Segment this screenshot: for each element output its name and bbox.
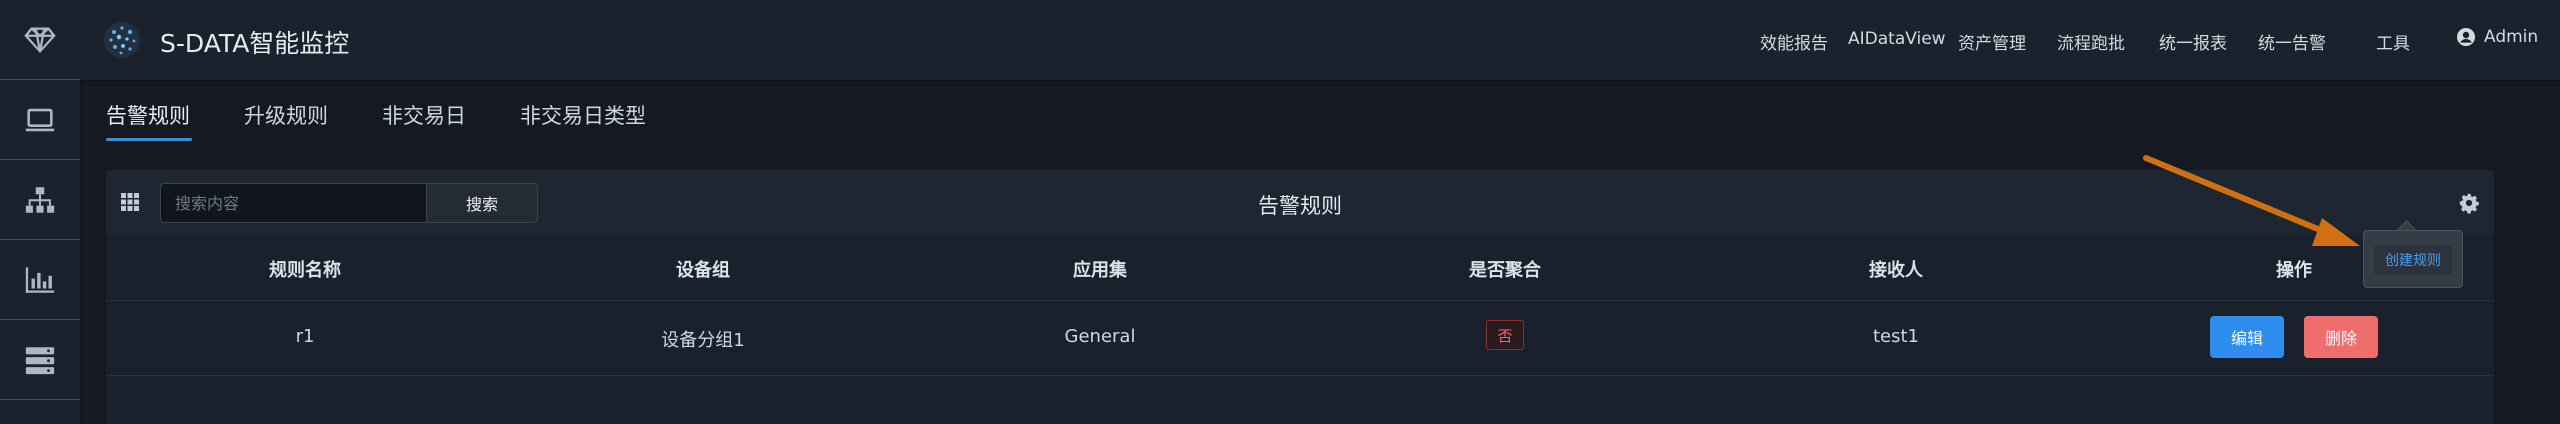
rail-item-servers[interactable] bbox=[0, 320, 80, 400]
rail-item-reports[interactable] bbox=[0, 240, 80, 320]
tab-escalation-rules[interactable]: 升级规则 bbox=[244, 100, 328, 130]
nav-item-unified-alarm[interactable]: 统一告警 bbox=[2258, 29, 2326, 54]
cell-receiver: test1 bbox=[1872, 326, 1920, 347]
tab-non-trading-day-types[interactable]: 非交易日类型 bbox=[520, 100, 646, 130]
tab-alarm-rules[interactable]: 告警规则 bbox=[106, 100, 190, 130]
column-header-receiver: 接收人 bbox=[1869, 260, 1923, 281]
table-row: r1 设备分组1 General 否 test1 编辑 删除 bbox=[106, 300, 2494, 376]
nav-item-asset-management[interactable]: 资产管理 bbox=[1958, 29, 2026, 54]
alarm-rules-panel: 搜索 告警规则 规则名称 设备组 应用集 是否聚合 接收人 操作 r1 设备分组… bbox=[106, 170, 2494, 424]
gear-icon[interactable] bbox=[2458, 192, 2480, 214]
top-navbar: S-DATA智能监控 效能报告 AIDataView 资产管理 流程跑批 统一报… bbox=[80, 0, 2560, 81]
user-menu[interactable]: Admin bbox=[2456, 27, 2538, 47]
laptop-icon bbox=[25, 108, 55, 131]
table-header-row: 规则名称 设备组 应用集 是否聚合 接收人 操作 bbox=[106, 234, 2494, 301]
diamond-icon bbox=[24, 27, 56, 53]
column-header-actions: 操作 bbox=[2276, 260, 2312, 281]
nav-item-aidataview[interactable]: AIDataView bbox=[1848, 29, 1946, 49]
aggregate-status-badge: 否 bbox=[1486, 320, 1524, 350]
panel-title: 告警规则 bbox=[1258, 194, 1342, 218]
user-circle-icon bbox=[2457, 28, 2475, 46]
delete-button[interactable]: 删除 bbox=[2304, 316, 2378, 358]
active-tab-indicator bbox=[106, 138, 192, 141]
sitemap-icon bbox=[25, 186, 55, 213]
user-name: Admin bbox=[2484, 27, 2539, 47]
nav-item-unified-report[interactable]: 统一报表 bbox=[2159, 29, 2227, 54]
rail-item-devices[interactable] bbox=[0, 80, 80, 160]
cell-app-set: General bbox=[1064, 326, 1136, 347]
panel-header: 搜索 告警规则 bbox=[106, 170, 2494, 234]
top-nav-menu: 效能报告 AIDataView 资产管理 流程跑批 统一报表 统一告警 工具 A… bbox=[80, 0, 2560, 80]
nav-item-efficiency-report[interactable]: 效能报告 bbox=[1760, 29, 1828, 54]
column-header-app-set: 应用集 bbox=[1073, 260, 1127, 281]
bar-chart-icon bbox=[25, 266, 55, 293]
server-icon bbox=[25, 346, 55, 374]
nav-item-tools[interactable]: 工具 bbox=[2376, 29, 2410, 54]
edit-button[interactable]: 编辑 bbox=[2210, 316, 2284, 358]
cell-device-group: 设备分组1 bbox=[661, 330, 745, 351]
column-header-device-group: 设备组 bbox=[676, 260, 730, 281]
tab-non-trading-days[interactable]: 非交易日 bbox=[382, 100, 466, 130]
cell-rule-name: r1 bbox=[295, 326, 315, 347]
nav-item-process-batch[interactable]: 流程跑批 bbox=[2057, 29, 2125, 54]
column-header-aggregate: 是否聚合 bbox=[1469, 260, 1541, 281]
rail-item-home[interactable] bbox=[0, 0, 80, 80]
column-header-rule-name: 规则名称 bbox=[269, 260, 341, 281]
rail-item-topology[interactable] bbox=[0, 160, 80, 240]
create-rule-menu-item[interactable]: 创建规则 bbox=[2374, 246, 2452, 274]
left-icon-rail bbox=[0, 0, 81, 424]
